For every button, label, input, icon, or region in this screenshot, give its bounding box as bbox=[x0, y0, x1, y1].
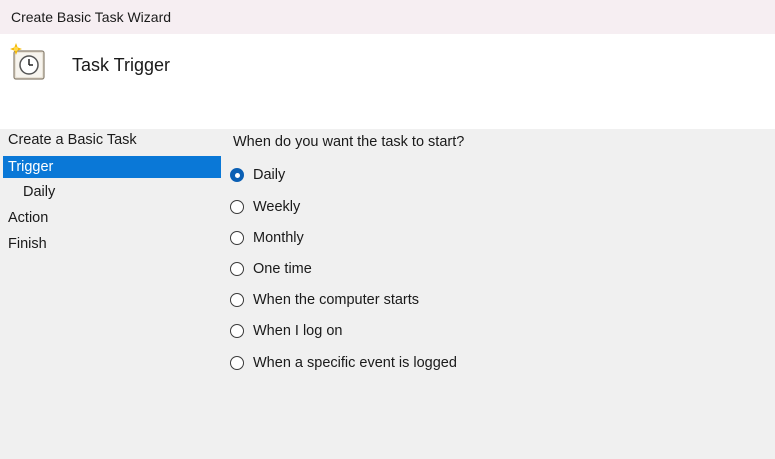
radio-label: Monthly bbox=[253, 230, 304, 246]
nav-item-action[interactable]: Action bbox=[3, 207, 221, 229]
title-bar: Create Basic Task Wizard bbox=[0, 0, 775, 34]
scheduled-task-clock-icon bbox=[10, 43, 45, 80]
radio-button[interactable] bbox=[230, 168, 244, 182]
radio-option-one-time[interactable]: One time bbox=[230, 258, 312, 280]
trigger-panel: When do you want the task to start? Dail… bbox=[222, 129, 775, 459]
radio-button[interactable] bbox=[230, 356, 244, 370]
radio-label: One time bbox=[253, 261, 312, 277]
window-title: Create Basic Task Wizard bbox=[11, 9, 172, 25]
radio-button[interactable] bbox=[230, 200, 244, 214]
radio-button[interactable] bbox=[230, 262, 244, 276]
radio-button[interactable] bbox=[230, 293, 244, 307]
radio-label: Daily bbox=[253, 167, 286, 183]
trigger-question: When do you want the task to start? bbox=[233, 134, 465, 150]
nav-item-create-basic-task[interactable]: Create a Basic Task bbox=[3, 129, 221, 151]
radio-option-computer-starts[interactable]: When the computer starts bbox=[230, 289, 419, 311]
radio-label: Weekly bbox=[253, 199, 301, 215]
nav-item-daily[interactable]: Daily bbox=[3, 181, 221, 203]
radio-label: When I log on bbox=[253, 323, 343, 339]
radio-option-monthly[interactable]: Monthly bbox=[230, 227, 304, 249]
radio-label: When a specific event is logged bbox=[253, 355, 457, 371]
radio-label: When the computer starts bbox=[253, 292, 420, 308]
nav-item-trigger[interactable]: Trigger bbox=[3, 156, 221, 178]
nav-item-finish[interactable]: Finish bbox=[3, 233, 221, 255]
radio-option-daily[interactable]: Daily bbox=[230, 164, 285, 186]
radio-option-log-on[interactable]: When I log on bbox=[230, 320, 342, 342]
radio-option-weekly[interactable]: Weekly bbox=[230, 196, 300, 218]
radio-button[interactable] bbox=[230, 324, 244, 338]
radio-button[interactable] bbox=[230, 231, 244, 245]
wizard-step-nav: Create a Basic Task Trigger Daily Action… bbox=[0, 129, 222, 459]
page-title: Task Trigger bbox=[72, 55, 171, 75]
wizard-header: Task Trigger bbox=[0, 34, 775, 129]
radio-option-event-logged[interactable]: When a specific event is logged bbox=[230, 352, 457, 374]
